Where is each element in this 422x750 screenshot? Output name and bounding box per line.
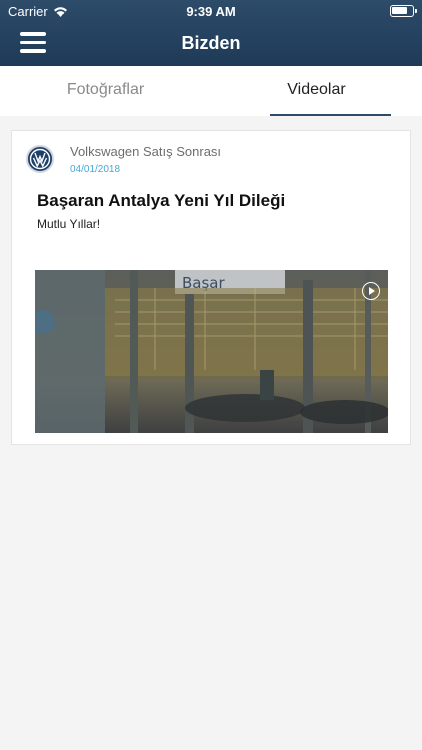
video-thumbnail[interactable]: Başar	[35, 270, 388, 433]
post-author: Volkswagen Satış Sonrası	[70, 144, 222, 159]
page-title: Bizden	[181, 33, 241, 53]
volkswagen-logo-icon	[26, 145, 54, 173]
app-header: Carrier 9:39 AM Bizden	[0, 0, 422, 66]
post-date: 04/01/2018	[70, 164, 121, 175]
tab-photos[interactable]: Fotoğraflar	[0, 66, 211, 116]
post-description: Mutlu Yıllar!	[37, 217, 101, 231]
status-bar: Carrier 9:39 AM	[0, 0, 422, 22]
post-card[interactable]: Volkswagen Satış Sonrası 04/01/2018 Başa…	[11, 130, 411, 445]
post-title: Başaran Antalya Yeni Yıl Dileği	[37, 191, 286, 210]
status-time: 9:39 AM	[186, 4, 236, 19]
tab-videos[interactable]: Videolar	[211, 66, 422, 116]
tab-bar: Fotoğraflar Videolar	[0, 66, 422, 116]
showroom-image: Başar	[35, 270, 388, 433]
play-icon[interactable]	[362, 282, 380, 300]
battery-icon	[390, 5, 417, 17]
